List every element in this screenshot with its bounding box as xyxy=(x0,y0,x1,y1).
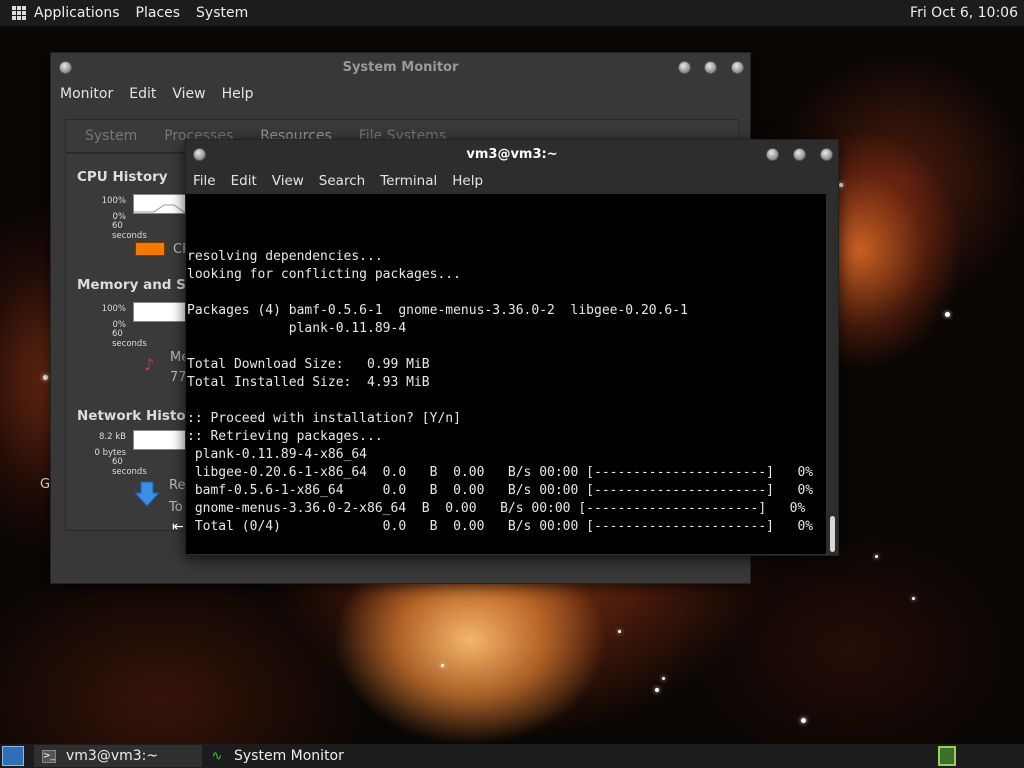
star xyxy=(441,664,444,667)
terminal-line: looking for conflicting packages... xyxy=(187,267,461,282)
menu-file[interactable]: File xyxy=(193,173,216,189)
cpu-graph-max: 100% xyxy=(101,196,126,206)
terminal-line: Total (0/4) 0.0 B 0.00 B/s 00:00 [------… xyxy=(187,519,814,534)
window-menu-button[interactable] xyxy=(193,148,206,161)
terminal-menubar: File Edit View Search Terminal Help xyxy=(186,168,838,194)
system-monitor-menubar: Monitor Edit View Help xyxy=(51,81,750,107)
top-panel: Applications Places System Fri Oct 6, 10… xyxy=(0,0,1024,26)
terminal-window: vm3@vm3:~ File Edit View Search Terminal… xyxy=(185,139,839,556)
window-menu-button[interactable] xyxy=(59,61,72,74)
system-menu[interactable]: System xyxy=(196,5,248,21)
minimize-button[interactable] xyxy=(678,61,691,74)
terminal-line: libgee-0.20.6-1-x86_64 0.0 B 0.00 B/s 00… xyxy=(187,465,814,480)
star xyxy=(655,688,659,692)
terminal-line: Total Download Size: 0.99 MiB xyxy=(187,357,430,372)
trash-icon[interactable] xyxy=(938,746,956,766)
menu-view[interactable]: View xyxy=(172,86,205,102)
terminal-output[interactable]: resolving dependencies... looking for con… xyxy=(187,194,813,536)
star xyxy=(618,630,621,633)
network-history-title: Network History xyxy=(77,408,202,424)
cpu-color-swatch[interactable] xyxy=(135,242,165,256)
network-total-label: To xyxy=(169,500,183,515)
network-graph-time: 60 seconds xyxy=(112,457,147,477)
cpu-history-title: CPU History xyxy=(77,169,168,185)
taskbar-system-monitor[interactable]: ∿ System Monitor xyxy=(202,745,352,767)
terminal-line: :: Proceed with installation? [Y/n] xyxy=(187,411,461,426)
terminal-line: gnome-menus-3.36.0-2-x86_64 B 0.00 B/s 0… xyxy=(187,501,806,516)
terminal-line: bamf-0.5.6-1-x86_64 0.0 B 0.00 B/s 00:00… xyxy=(187,483,814,498)
desktop-partial-text: G xyxy=(40,477,51,492)
places-menu[interactable]: Places xyxy=(136,5,181,21)
star xyxy=(875,555,878,558)
menu-edit[interactable]: Edit xyxy=(129,86,156,102)
system-monitor-icon: ∿ xyxy=(211,748,223,764)
bottom-panel: >_ vm3@vm3:~ ∿ System Monitor xyxy=(0,744,1024,768)
menu-search[interactable]: Search xyxy=(319,173,365,189)
network-receiving-label: Re xyxy=(169,478,186,493)
menu-terminal[interactable]: Terminal xyxy=(380,173,437,189)
maximize-button[interactable] xyxy=(793,148,806,161)
minimize-button[interactable] xyxy=(766,148,779,161)
star xyxy=(801,718,806,723)
menu-monitor[interactable]: Monitor xyxy=(60,86,113,102)
terminal-line: resolving dependencies... xyxy=(187,249,383,264)
terminal-line: :: Retrieving packages... xyxy=(187,429,383,444)
window-title: System Monitor xyxy=(342,59,459,75)
system-monitor-titlebar[interactable]: System Monitor xyxy=(51,53,750,81)
star xyxy=(945,312,950,317)
memory-graph-time: 60 seconds xyxy=(112,329,147,349)
menu-view[interactable]: View xyxy=(272,173,304,189)
memory-pie-icon: ♪ xyxy=(144,355,155,374)
menu-edit[interactable]: Edit xyxy=(231,173,257,189)
applications-menu[interactable]: Applications xyxy=(34,5,120,21)
maximize-button[interactable] xyxy=(704,61,717,74)
star xyxy=(839,183,843,187)
terminal-scrollbar[interactable] xyxy=(828,194,838,554)
taskbar-terminal-label: vm3@vm3:~ xyxy=(66,748,159,764)
close-button[interactable] xyxy=(820,148,833,161)
memory-graph-max: 100% xyxy=(101,304,126,314)
taskbar-terminal[interactable]: >_ vm3@vm3:~ xyxy=(34,745,202,767)
cpu-graph-time: 60 seconds xyxy=(112,221,147,241)
show-desktop-button[interactable] xyxy=(2,746,24,766)
network-graph-max: 8.2 kB xyxy=(99,432,126,442)
taskbar-system-monitor-label: System Monitor xyxy=(234,748,344,764)
clock[interactable]: Fri Oct 6, 10:06 xyxy=(910,5,1018,21)
terminal-line: Total Installed Size: 4.93 MiB xyxy=(187,375,430,390)
apps-grid-icon[interactable] xyxy=(12,6,26,20)
terminal-line: plank-0.11.89-4-x86_64 xyxy=(187,447,368,462)
terminal-line: plank-0.11.89-4 xyxy=(187,321,407,336)
close-button[interactable] xyxy=(731,61,744,74)
menu-help[interactable]: Help xyxy=(452,173,483,189)
star xyxy=(662,677,665,680)
download-arrow-icon xyxy=(133,480,161,508)
scrollbar-thumb[interactable] xyxy=(830,516,835,552)
terminal-titlebar[interactable]: vm3@vm3:~ xyxy=(186,140,838,168)
resize-cursor-icon: ⇤ xyxy=(172,519,184,535)
menu-help[interactable]: Help xyxy=(222,86,254,102)
star xyxy=(43,375,48,380)
star xyxy=(912,597,915,600)
tab-system[interactable]: System xyxy=(85,128,137,144)
window-title: vm3@vm3:~ xyxy=(466,146,558,162)
terminal-line: Packages (4) bamf-0.5.6-1 gnome-menus-3.… xyxy=(187,303,688,318)
terminal-icon: >_ xyxy=(42,749,56,763)
